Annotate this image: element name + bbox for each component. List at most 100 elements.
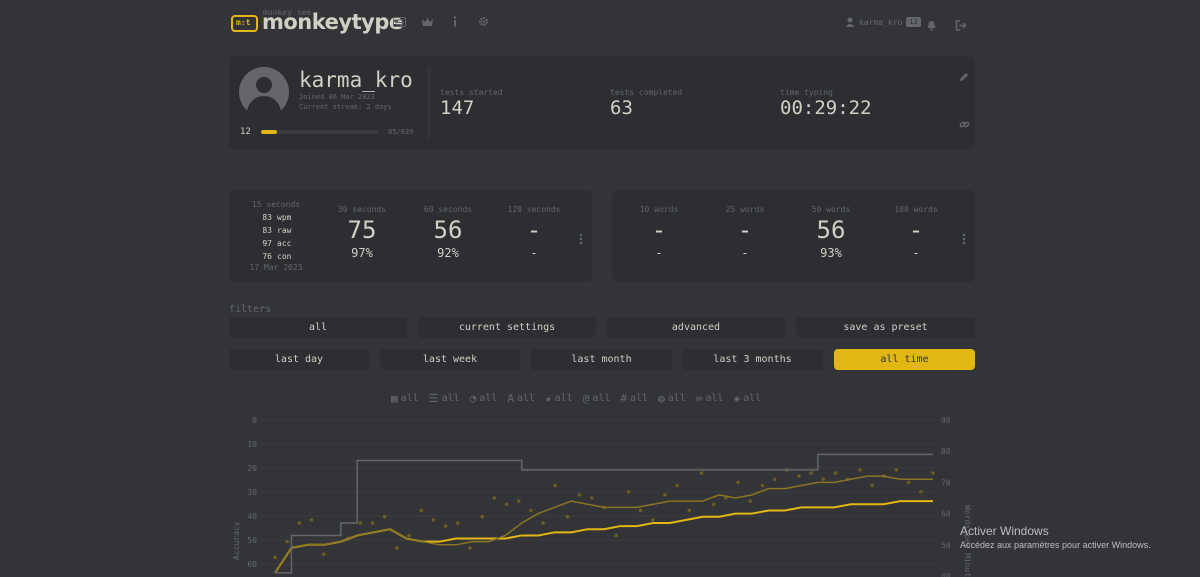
pb-acc: 97% bbox=[351, 246, 373, 260]
pb-hover-date: 17 Mar 2023 bbox=[249, 263, 303, 272]
pb-acc: - bbox=[912, 246, 920, 260]
filter-current-settings[interactable]: current settings bbox=[418, 317, 596, 338]
filter-chip-hashtag[interactable]: # all bbox=[620, 392, 648, 405]
pencil-icon[interactable] bbox=[959, 72, 969, 85]
info-icon[interactable] bbox=[448, 16, 462, 30]
at-icon: @ bbox=[582, 392, 590, 405]
pb-hover-row: 97 acc bbox=[262, 239, 292, 248]
filter-all-time[interactable]: all time bbox=[834, 349, 975, 370]
filter-last-day[interactable]: last day bbox=[229, 349, 369, 370]
chart-point bbox=[797, 474, 801, 478]
clock-icon: ◔ bbox=[469, 392, 477, 405]
pb-acc: - bbox=[741, 246, 749, 260]
left-axis-label: Accuracy bbox=[232, 521, 241, 560]
pb-wpm: - bbox=[737, 216, 753, 244]
chart-point bbox=[699, 471, 704, 475]
chart-point bbox=[358, 521, 363, 525]
chart-point bbox=[870, 483, 874, 488]
filter-advanced[interactable]: advanced bbox=[607, 317, 785, 338]
chart-point bbox=[553, 483, 558, 488]
globe-icon: ◍ bbox=[658, 392, 665, 405]
chart-point bbox=[455, 521, 460, 525]
pb-label: 100 words bbox=[894, 205, 938, 214]
account-button[interactable]: karma_kro 12 bbox=[845, 17, 921, 27]
left-axis-tick: 50 bbox=[247, 536, 257, 545]
filter-chip-infinity[interactable]: ∞ all bbox=[696, 392, 724, 405]
bell-icon[interactable] bbox=[926, 16, 937, 35]
pb-wpm: 56 bbox=[816, 216, 846, 244]
pb-hover-row: 83 raw bbox=[262, 226, 292, 235]
chart-point bbox=[443, 524, 448, 528]
chart-point bbox=[821, 477, 826, 482]
link-icon[interactable] bbox=[959, 119, 970, 133]
filter-last-3-months[interactable]: last 3 months bbox=[682, 349, 823, 370]
stat-label: tests started bbox=[440, 88, 503, 97]
filter-chip-font[interactable]: Aall bbox=[507, 392, 535, 405]
left-axis-tick: 10 bbox=[247, 440, 257, 449]
stat-tests-started: tests started 147 bbox=[440, 88, 503, 119]
chart-point bbox=[906, 480, 911, 485]
logout-icon[interactable] bbox=[955, 16, 967, 35]
chart-point bbox=[577, 493, 582, 497]
pb-50-words: 50 words 56 93% bbox=[791, 205, 871, 260]
filter-preset-all[interactable]: all bbox=[229, 317, 407, 338]
infinity-icon: ∞ bbox=[695, 392, 703, 405]
pb-wpm: - bbox=[908, 216, 924, 244]
chart-point bbox=[309, 518, 314, 522]
filter-chip-calendar[interactable]: ▦ all bbox=[391, 392, 419, 405]
right-axis-tick: 90 bbox=[941, 416, 951, 425]
chart-point bbox=[736, 480, 740, 485]
chart-point bbox=[565, 514, 570, 519]
chart-point bbox=[468, 546, 472, 550]
chart-point bbox=[395, 546, 399, 550]
filter-last-week[interactable]: last week bbox=[380, 349, 520, 370]
level-number: 12 bbox=[240, 127, 251, 137]
pb-acc: 93% bbox=[820, 246, 842, 260]
pb-hover-row: 83 wpm bbox=[262, 213, 292, 222]
chart-point bbox=[614, 533, 618, 538]
chart-point bbox=[492, 496, 497, 500]
filter-chip-globe[interactable]: ◍ all bbox=[658, 392, 686, 405]
filter-chip-clock[interactable]: ◔ all bbox=[470, 392, 498, 405]
chart-point bbox=[748, 499, 753, 503]
account-level-badge: 12 bbox=[906, 17, 921, 27]
pb-label: 120 seconds bbox=[507, 205, 561, 214]
chart-point bbox=[687, 508, 692, 513]
chart-point bbox=[480, 514, 484, 519]
crown-icon[interactable] bbox=[420, 16, 434, 30]
left-axis-tick: 60 bbox=[247, 560, 257, 569]
pb-30-seconds: 30 seconds 75 97% bbox=[322, 205, 402, 260]
pb-label: 25 words bbox=[725, 205, 765, 214]
pb-time-more-icon[interactable] bbox=[579, 230, 583, 249]
save-as-preset-button[interactable]: save as preset bbox=[796, 317, 975, 338]
stat-time-typing: time typing 00:29:22 bbox=[780, 88, 872, 119]
chart-point bbox=[516, 499, 521, 503]
gear-icon[interactable] bbox=[476, 16, 490, 30]
filter-chips: ▦ all ☰ all ◔ all Aall ★ all @ all # all ◍ all ∞ all ◈ all bbox=[391, 392, 761, 405]
pb-acc: 92% bbox=[437, 246, 459, 260]
stat-tests-completed: tests completed 63 bbox=[610, 88, 682, 119]
current-streak: Current streak: 2 days bbox=[299, 103, 392, 111]
filter-chip-tags[interactable]: ◈ all bbox=[733, 392, 761, 405]
pb-words-more-icon[interactable] bbox=[962, 230, 966, 249]
xp-progress-bar bbox=[261, 130, 378, 134]
stat-value: 00:29:22 bbox=[780, 97, 872, 119]
right-axis-tick: 70 bbox=[941, 478, 951, 487]
filter-last-month[interactable]: last month bbox=[531, 349, 672, 370]
pb-100-words: 100 words - - bbox=[876, 205, 956, 260]
hashtag-icon: # bbox=[620, 392, 627, 405]
pb-acc: - bbox=[530, 246, 538, 260]
filter-chip-at[interactable]: @ all bbox=[583, 392, 611, 405]
chart-point bbox=[297, 521, 302, 525]
keyboard-icon[interactable] bbox=[392, 16, 406, 30]
logo-icon[interactable]: m:t bbox=[231, 15, 258, 32]
filter-chip-list[interactable]: ☰ all bbox=[429, 392, 460, 405]
filter-chip-star[interactable]: ★ all bbox=[545, 392, 573, 405]
pb-label: 50 words bbox=[811, 205, 851, 214]
chart-point bbox=[760, 483, 765, 488]
chart-point bbox=[370, 521, 375, 525]
logo-title[interactable]: monkeytype bbox=[262, 10, 403, 34]
pb-wpm: - bbox=[526, 216, 542, 244]
chart-point bbox=[833, 471, 838, 475]
font-icon: A bbox=[507, 392, 514, 405]
